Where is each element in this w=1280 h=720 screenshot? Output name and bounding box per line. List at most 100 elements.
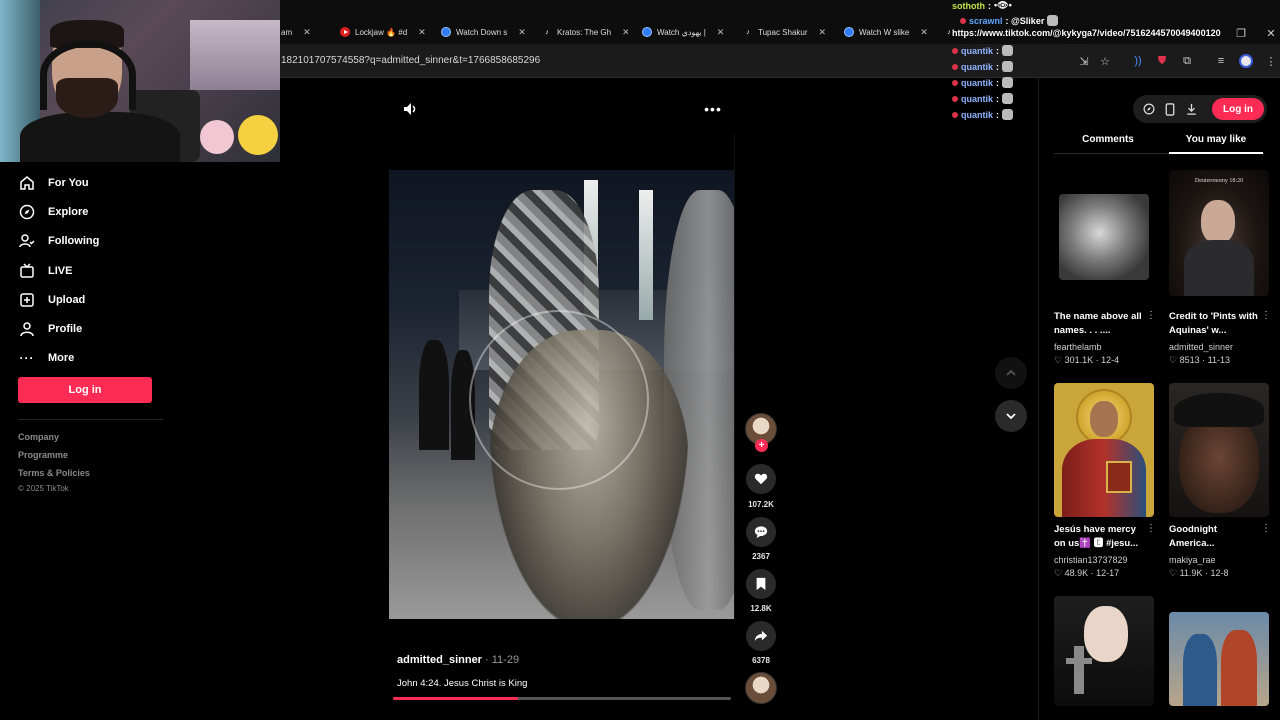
sidebar-item-profile[interactable]: Profile xyxy=(18,314,168,343)
bookmark-star-icon[interactable]: ☆ xyxy=(1098,54,1112,68)
close-window-icon[interactable]: ✕ xyxy=(1264,26,1278,40)
close-icon[interactable]: ✕ xyxy=(303,27,311,38)
extension-waves-icon[interactable]: )) xyxy=(1131,54,1145,68)
close-icon[interactable]: ✕ xyxy=(418,27,426,38)
video-thumbnail[interactable] xyxy=(1054,383,1154,517)
close-icon[interactable]: ✕ xyxy=(717,27,725,38)
video-progress-bar[interactable] xyxy=(393,697,731,700)
browser-tab[interactable]: Watch يهودي | ✕ xyxy=(642,22,730,42)
video-player[interactable] xyxy=(389,170,734,619)
sidebar-item-for-you[interactable]: For You xyxy=(18,168,168,197)
card-title[interactable]: Credit to 'Pints with Aquinas' w... xyxy=(1169,310,1261,338)
thumbnail-image xyxy=(1062,439,1146,517)
sidebar-item-label: Upload xyxy=(48,293,86,306)
restore-window-icon[interactable]: ❐ xyxy=(1234,26,1248,40)
card-author[interactable]: christian13737829 xyxy=(1054,555,1128,565)
close-icon[interactable]: ✕ xyxy=(622,27,628,38)
chat-link[interactable]: https://www.tiktok.com/@kykyga7/video/75… xyxy=(952,28,1221,38)
url-text[interactable]: 182101707574558?q=admitted_sinner&t=1766… xyxy=(281,55,540,66)
like-count: 107.2K xyxy=(748,500,774,509)
card-date: 12-4 xyxy=(1101,355,1120,365)
youtube-icon xyxy=(340,27,350,37)
video-thumbnail[interactable] xyxy=(1054,596,1154,706)
footer-link-terms[interactable]: Terms & Policies xyxy=(18,468,90,478)
mobile-app-icon[interactable] xyxy=(1163,102,1177,116)
extension-shield-icon[interactable]: ⛊ xyxy=(1155,54,1169,68)
card-title[interactable]: Goodnight America... xyxy=(1169,523,1261,551)
card-author[interactable]: admitted_sinner xyxy=(1169,342,1233,352)
footer-link-company[interactable]: Company xyxy=(18,432,59,442)
tab-you-may-like[interactable]: You may like xyxy=(1166,134,1266,145)
more-icon: ··· xyxy=(19,351,35,366)
video-thumbnail[interactable] xyxy=(1054,170,1154,296)
card-more-icon[interactable]: ⋮ xyxy=(1261,310,1271,321)
card-author[interactable]: fearthelamb xyxy=(1054,342,1102,352)
next-video-button[interactable] xyxy=(995,400,1027,432)
book-image xyxy=(1106,461,1132,493)
card-title[interactable]: Jesús have mercy on us✝️ 🅴 #jesu... xyxy=(1054,523,1146,551)
previous-video-button[interactable] xyxy=(995,357,1027,389)
browser-menu-icon[interactable]: ⋮ xyxy=(1264,54,1278,68)
video-thumbnail[interactable] xyxy=(1169,383,1269,517)
sidebar-item-following[interactable]: Following xyxy=(18,227,168,256)
chat-username: quantik xyxy=(961,61,994,72)
close-icon[interactable]: ✕ xyxy=(920,27,928,38)
video-author[interactable]: admitted_sinner xyxy=(397,654,482,666)
thumbnail-image xyxy=(1059,194,1149,280)
comment-count: 2367 xyxy=(752,552,770,561)
save-button[interactable] xyxy=(746,569,776,599)
card-more-icon[interactable]: ⋮ xyxy=(1146,310,1156,321)
share-button[interactable] xyxy=(746,621,776,651)
chat-username: quantik xyxy=(961,77,994,88)
tab-comments[interactable]: Comments xyxy=(1058,134,1158,145)
card-more-icon[interactable]: ⋮ xyxy=(1146,523,1156,534)
card-stats: ♡ 8513 · 11-13 xyxy=(1169,355,1230,366)
volume-icon[interactable] xyxy=(401,100,419,118)
video-thumbnail[interactable] xyxy=(1169,612,1269,706)
badge-icon xyxy=(952,79,958,86)
card-author[interactable]: makiya_rae xyxy=(1169,555,1216,565)
card-date: 11-13 xyxy=(1207,355,1230,365)
thumbnail-image xyxy=(1084,606,1128,662)
reading-list-icon[interactable]: ≡ xyxy=(1214,54,1228,68)
browser-tab[interactable]: ♪ Kratos: The Gh ✕ xyxy=(542,22,628,42)
extensions-puzzle-icon[interactable]: ⧉ xyxy=(1180,54,1194,68)
browser-tab[interactable]: am ✕ xyxy=(281,22,321,42)
live-icon xyxy=(18,262,36,280)
music-disc-avatar[interactable] xyxy=(745,672,777,704)
browser-profile-icon[interactable] xyxy=(1239,54,1253,68)
card-likes: 48.9K xyxy=(1064,568,1089,578)
chrome-icon xyxy=(441,27,451,37)
card-title[interactable]: The name above all names. . . .... xyxy=(1054,310,1146,338)
browser-tab[interactable]: Watch Down s ✕ xyxy=(441,22,527,42)
browser-tab[interactable]: ♪ Tupac Shakur ✕ xyxy=(743,22,829,42)
video-author-line[interactable]: admitted_sinner · 11-29 xyxy=(397,654,519,666)
browser-tab[interactable]: Lockjaw 🔥 #d ✕ xyxy=(340,22,430,42)
browser-tab[interactable]: Watch W slike ✕ xyxy=(844,22,930,42)
sidebar-item-live[interactable]: LIVE xyxy=(18,256,168,285)
comment-button[interactable] xyxy=(746,517,776,547)
card-more-icon[interactable]: ⋮ xyxy=(1261,523,1271,534)
install-app-icon[interactable]: ⇲ xyxy=(1077,54,1091,68)
footer-link-programme[interactable]: Programme xyxy=(18,450,68,460)
video-more-options-icon[interactable]: ••• xyxy=(704,100,722,118)
bookmark-icon xyxy=(756,577,766,591)
home-icon xyxy=(18,174,36,192)
share-count: 6378 xyxy=(752,656,770,665)
card-date: 12-17 xyxy=(1096,568,1120,578)
login-button[interactable]: Log in xyxy=(18,377,152,403)
chat-text: : xyxy=(996,45,1000,56)
chat-username: scrawnl xyxy=(969,15,1003,26)
header-login-button[interactable]: Log in xyxy=(1212,98,1264,120)
sidebar-item-more[interactable]: ··· More xyxy=(18,344,168,373)
sidebar-item-upload[interactable]: Upload xyxy=(18,285,168,314)
chat-username: sothoth xyxy=(952,0,985,11)
sidebar-item-explore[interactable]: Explore xyxy=(18,197,168,226)
like-button[interactable] xyxy=(746,464,776,494)
follow-plus-icon[interactable]: + xyxy=(755,439,768,452)
compass-icon[interactable] xyxy=(1142,102,1156,116)
video-thumbnail[interactable]: Deuteronomy 18:20 xyxy=(1169,170,1269,296)
close-icon[interactable]: ✕ xyxy=(518,27,526,38)
download-icon[interactable] xyxy=(1184,102,1198,116)
close-icon[interactable]: ✕ xyxy=(819,27,827,38)
